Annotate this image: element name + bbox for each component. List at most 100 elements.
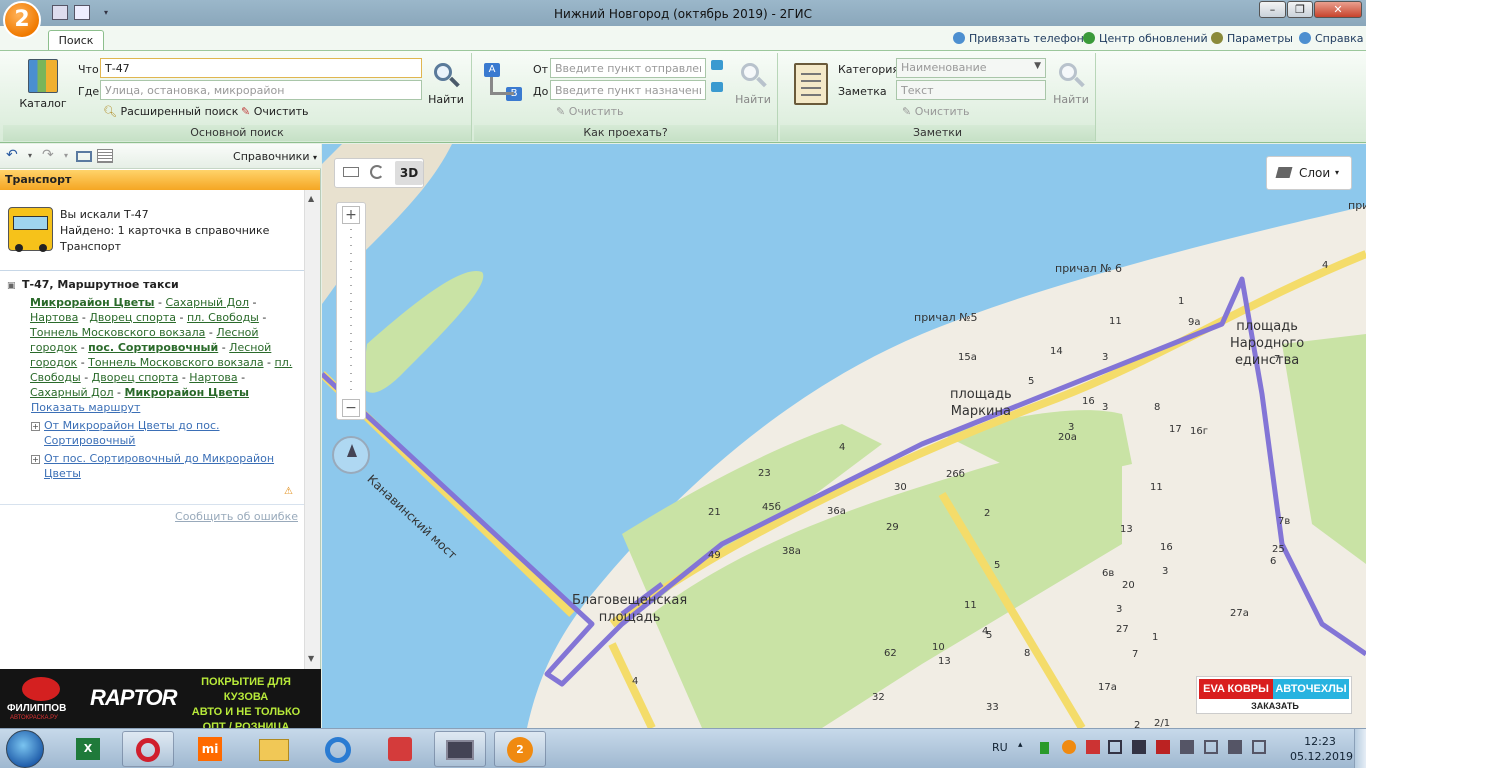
stop-link[interactable]: Дворец спорта — [89, 311, 176, 324]
stop-link[interactable]: пос. Сортировочный — [88, 341, 218, 354]
main-find-button[interactable]: Найти — [425, 61, 467, 106]
zoom-scale[interactable] — [350, 229, 352, 395]
stop-link[interactable]: Дворец спорта — [92, 371, 179, 384]
from-input[interactable] — [550, 58, 706, 78]
warning-icon[interactable]: ⚠ — [284, 486, 293, 497]
zoom-out-button[interactable]: − — [342, 399, 360, 417]
report-error-link[interactable]: Сообщить об ошибке — [175, 510, 298, 523]
stop-link[interactable]: Сахарный Дол — [165, 296, 249, 309]
search-icon — [432, 61, 460, 89]
show-route-link[interactable]: Показать маршрут — [31, 401, 140, 414]
stop-link[interactable]: Тоннель Московского вокзала — [30, 326, 205, 339]
notes-clear-button[interactable]: ✎ Очистить — [902, 105, 970, 118]
ie-icon[interactable] — [312, 731, 364, 767]
main-clear-button[interactable]: ✎ Очистить — [241, 105, 309, 118]
help-icon — [1299, 32, 1311, 44]
tray-2gis-icon[interactable] — [1062, 740, 1076, 754]
tray-display-icon[interactable] — [1108, 740, 1122, 754]
tray-connection-icon[interactable] — [1228, 740, 1242, 754]
direction-2-link[interactable]: От пос. Сортировочный до Микрорайон Цвет… — [44, 451, 284, 481]
back-arrow-icon[interactable]: ↶ — [6, 147, 18, 163]
compass-icon[interactable] — [332, 436, 370, 474]
ad-banner[interactable]: ФИЛИППОВ АВТОКРАСКА.РУ RAPTOR ПОКРЫТИЕ Д… — [0, 669, 321, 728]
tab-search[interactable]: Поиск — [48, 30, 104, 50]
show-desktop-button[interactable] — [1354, 729, 1366, 768]
zoom-in-button[interactable]: + — [342, 206, 360, 224]
map-canvas[interactable] — [322, 144, 1366, 728]
refresh-icon — [1083, 32, 1095, 44]
chevron-down-icon: ▾ — [1335, 168, 1340, 177]
notes-find-button[interactable]: Найти — [1050, 61, 1092, 106]
start-orb-icon[interactable] — [6, 730, 44, 768]
scroll-down-icon[interactable]: ▼ — [308, 654, 314, 663]
category-select[interactable]: Наименование ▼ — [896, 58, 1046, 78]
ruler-icon[interactable] — [343, 167, 359, 177]
advanced-search-button[interactable]: 🔍︎ Расширенный поиск — [103, 105, 238, 118]
advanced-search-icon: 🔍︎ — [103, 105, 117, 118]
where-input[interactable] — [100, 80, 422, 100]
list-view-icon[interactable] — [76, 151, 92, 162]
tray-speaker-alert-icon[interactable] — [1156, 740, 1170, 754]
stop-link[interactable]: Нартова — [189, 371, 237, 384]
expand-icon[interactable]: + — [31, 422, 40, 431]
stop-link[interactable]: Микрорайон Цветы — [125, 386, 250, 399]
tray-app-icon[interactable] — [1040, 742, 1049, 754]
tray-tools-icon[interactable] — [1252, 740, 1266, 754]
kingsoft-icon[interactable] — [374, 731, 426, 767]
house-number: 21 — [708, 507, 721, 518]
xiaomi-icon[interactable]: mi — [184, 731, 236, 767]
back-history-chevron-icon[interactable]: ▾ — [28, 151, 32, 160]
3d-toggle-button[interactable]: 3D — [395, 161, 423, 185]
2gis-icon[interactable]: 2 — [494, 731, 546, 767]
note-input[interactable] — [896, 80, 1046, 100]
group-notes-label: Заметки — [780, 125, 1095, 141]
from-pick-icon[interactable] — [711, 60, 723, 70]
print-list-icon[interactable] — [97, 149, 113, 163]
to-input[interactable] — [550, 80, 706, 100]
app-logo-icon[interactable]: 2 — [3, 1, 41, 39]
left-panel-scrollbar[interactable]: ▲ ▼ — [304, 190, 320, 669]
map-view[interactable]: 3D + − Слои ▾ Канавинский мост площадь Ма… — [322, 144, 1366, 728]
forward-arrow-icon[interactable]: ↷ — [42, 147, 54, 163]
rotate-icon[interactable] — [370, 165, 384, 179]
close-button[interactable]: ✕ — [1314, 1, 1362, 18]
tray-chevron-icon[interactable]: ▴ — [1018, 740, 1023, 750]
excel-icon[interactable]: X — [62, 731, 114, 767]
tray-flag-icon[interactable] — [1086, 740, 1100, 754]
house-number: 62 — [884, 648, 897, 659]
tray-volume-icon[interactable] — [1180, 740, 1194, 754]
catalog-button[interactable]: Каталог — [17, 59, 69, 110]
forward-history-chevron-icon[interactable]: ▾ — [64, 151, 68, 160]
stop-link[interactable]: Сахарный Дол — [30, 386, 114, 399]
direction-1-link[interactable]: От Микрорайон Цветы до пос. Сортировочны… — [44, 418, 244, 448]
expand-icon[interactable]: + — [31, 455, 40, 464]
to-pick-icon[interactable] — [711, 82, 723, 92]
minimize-button[interactable]: – — [1259, 1, 1286, 18]
what-input[interactable] — [100, 58, 422, 78]
clock[interactable]: 12:23 05.12.2019 — [1290, 734, 1353, 764]
scroll-up-icon[interactable]: ▲ — [308, 194, 314, 203]
map-ad[interactable]: EVA КОВРЫ АВТОЧЕХЛЫ ЗАКАЗАТЬ — [1196, 676, 1352, 714]
ad-brand-2: RAPTOR — [90, 685, 177, 710]
tray-device-icon[interactable] — [1204, 740, 1218, 754]
route-clear-button[interactable]: ✎ Очистить — [556, 105, 624, 118]
link-settings[interactable]: Параметры — [1211, 32, 1293, 45]
stop-link[interactable]: пл. Свободы — [187, 311, 259, 324]
group-route-label: Как проехать? — [474, 125, 777, 141]
maximize-button[interactable]: ❐ — [1287, 1, 1313, 18]
layers-button[interactable]: Слои ▾ — [1266, 156, 1352, 190]
opera-icon[interactable] — [122, 731, 174, 767]
folder-icon[interactable] — [248, 731, 300, 767]
directories-dropdown[interactable]: Справочники ▾ — [233, 150, 317, 163]
monitor-icon[interactable] — [434, 731, 486, 767]
stop-link[interactable]: Нартова — [30, 311, 78, 324]
stop-link[interactable]: Тоннель Московского вокзала — [88, 356, 263, 369]
stop-link[interactable]: Микрорайон Цветы — [30, 296, 155, 309]
language-indicator[interactable]: RU — [992, 741, 1008, 754]
link-help[interactable]: Справка — [1299, 32, 1363, 45]
link-bind-phone[interactable]: Привязать телефон — [953, 32, 1084, 45]
link-update-center[interactable]: Центр обновлений — [1083, 32, 1208, 45]
group-main-search: Каталог Что Где Найти 🔍︎ Расширенный пои… — [3, 53, 472, 141]
tray-network-icon[interactable] — [1132, 740, 1146, 754]
route-find-button[interactable]: Найти — [732, 61, 774, 106]
